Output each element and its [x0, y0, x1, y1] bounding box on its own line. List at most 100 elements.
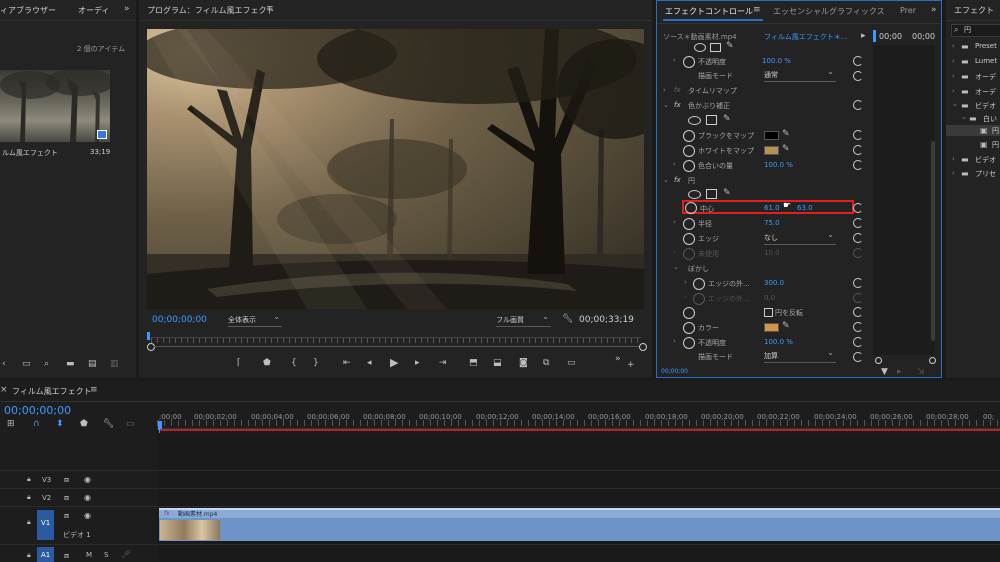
- stopwatch-icon[interactable]: [683, 56, 695, 68]
- expand-chevron[interactable]: ›: [663, 86, 666, 94]
- stopwatch-icon[interactable]: [693, 293, 705, 305]
- stopwatch-icon[interactable]: [683, 322, 695, 334]
- reset-icon[interactable]: [853, 352, 863, 362]
- quality-select[interactable]: フル画質: [496, 312, 551, 327]
- expand-chevron[interactable]: ›: [673, 248, 676, 256]
- microphone-icon[interactable]: 🎤︎: [121, 550, 131, 559]
- tab-media-browser[interactable]: ィアブラウザー: [0, 5, 56, 16]
- invert-circle-checkbox[interactable]: [764, 308, 773, 317]
- step-back-icon[interactable]: ◂: [367, 359, 372, 368]
- ellipse-mask-icon[interactable]: [688, 116, 701, 125]
- blend-mode-select[interactable]: 通常: [764, 67, 836, 82]
- panel-menu-icon[interactable]: ≡: [90, 386, 98, 395]
- reset-icon[interactable]: [853, 307, 863, 317]
- stopwatch-icon[interactable]: [685, 202, 697, 214]
- lock-icon[interactable]: 🔒︎: [27, 518, 31, 527]
- expand-chevron[interactable]: ›: [684, 278, 687, 286]
- eye-icon[interactable]: ◉: [84, 493, 91, 502]
- effects-folder[interactable]: Lumet: [975, 57, 997, 65]
- panel-menu-icon[interactable]: ≡: [266, 5, 274, 14]
- solo-button[interactable]: S: [104, 551, 108, 559]
- rectangle-mask-icon[interactable]: [706, 115, 717, 125]
- eye-icon[interactable]: ◉: [84, 511, 91, 520]
- effects-folder[interactable]: オーデ: [975, 87, 996, 97]
- expand-chevron[interactable]: ›: [673, 337, 676, 345]
- sync-lock-icon[interactable]: ⧈: [64, 551, 69, 560]
- expand-chevron[interactable]: ›: [684, 293, 687, 301]
- tab-more[interactable]: Prer: [900, 6, 916, 15]
- eyedropper-icon[interactable]: ✎: [782, 322, 790, 331]
- reset-icon[interactable]: [853, 233, 863, 243]
- expand-chevron[interactable]: ›: [952, 42, 955, 50]
- tab-essential-graphics[interactable]: エッセンシャルグラフィックス: [773, 6, 885, 17]
- comparison-icon[interactable]: ⧉: [543, 359, 549, 368]
- wrench-icon[interactable]: 🔧︎: [103, 420, 114, 429]
- reset-icon[interactable]: [853, 56, 863, 66]
- go-to-out-icon[interactable]: ⇥: [439, 359, 447, 368]
- effects-folder[interactable]: プリセ: [975, 169, 996, 179]
- captions-icon[interactable]: ▭: [126, 420, 135, 429]
- effects-folder[interactable]: ビデオ: [975, 101, 996, 111]
- reset-icon[interactable]: [853, 322, 863, 332]
- stopwatch-icon[interactable]: [683, 233, 695, 245]
- collapse-chevron[interactable]: ⌄: [961, 113, 967, 121]
- tab-effects[interactable]: エフェクト: [954, 5, 994, 16]
- reset-icon[interactable]: [853, 71, 863, 81]
- white-swatch[interactable]: [764, 146, 779, 155]
- reset-icon[interactable]: [853, 278, 863, 288]
- go-to-in-icon[interactable]: ⇤: [343, 359, 351, 368]
- nest-icon[interactable]: ⊞: [7, 420, 15, 429]
- new-item-icon[interactable]: ▤: [88, 360, 97, 369]
- safe-margins-icon[interactable]: ▭: [567, 359, 576, 368]
- add-marker-icon[interactable]: ⬟: [80, 420, 88, 429]
- reset-icon[interactable]: [853, 145, 863, 155]
- camera-icon[interactable]: ◙: [519, 359, 528, 368]
- wrench-icon[interactable]: 🔧︎: [562, 315, 573, 324]
- sequence-label[interactable]: フィルム風エフェクト＊...: [764, 32, 847, 42]
- collapse-chevron[interactable]: ⌄: [673, 263, 679, 271]
- show-timeline-icon[interactable]: ▸: [861, 32, 866, 41]
- search-icon[interactable]: ⌕: [44, 360, 49, 369]
- effects-subfolder[interactable]: 白い: [983, 114, 997, 124]
- extract-icon[interactable]: ⬓: [493, 359, 502, 368]
- add-marker-icon[interactable]: ⬟: [263, 359, 271, 368]
- vertical-scrollbar[interactable]: [931, 141, 935, 341]
- close-icon[interactable]: ×: [0, 386, 8, 395]
- tab-audio[interactable]: オーディ: [78, 5, 109, 16]
- play-audio-icon[interactable]: ▸: [897, 368, 902, 377]
- stopwatch-icon[interactable]: [683, 248, 695, 260]
- collapse-chevron[interactable]: ⌄: [952, 100, 958, 108]
- rectangle-mask-icon[interactable]: [710, 43, 721, 52]
- folder-icon[interactable]: ▭: [22, 360, 31, 369]
- tab-timeline[interactable]: フィルム風エフェクト: [12, 386, 92, 397]
- zoom-bar[interactable]: [154, 346, 639, 347]
- mark-in-bracket-icon[interactable]: {: [291, 359, 297, 368]
- export-icon[interactable]: ⇲: [917, 368, 925, 377]
- eye-icon[interactable]: ◉: [84, 475, 91, 484]
- circle-opacity-value[interactable]: 100.0 %: [764, 338, 793, 351]
- search-value[interactable]: 円: [964, 25, 971, 35]
- pen-mask-icon[interactable]: ✎: [726, 42, 734, 51]
- new-bin-icon[interactable]: ▬: [66, 360, 75, 369]
- pen-mask-icon[interactable]: ✎: [723, 115, 731, 124]
- expand-chevron[interactable]: ›: [952, 57, 955, 65]
- radius-value[interactable]: 75.0: [764, 219, 780, 232]
- zoom-handle-left[interactable]: [147, 343, 155, 351]
- circle-blend-select[interactable]: 加算: [764, 348, 836, 363]
- feather-outer-value[interactable]: 300.0: [764, 279, 784, 292]
- button-editor-icon[interactable]: +: [627, 361, 635, 370]
- scrub-bar[interactable]: [151, 337, 641, 343]
- reset-icon[interactable]: [853, 218, 863, 228]
- effect-item[interactable]: 円: [992, 140, 999, 150]
- lock-icon[interactable]: 🔒︎: [27, 551, 31, 560]
- sync-lock-icon[interactable]: ⧈: [64, 511, 69, 520]
- eyedropper-icon[interactable]: ✎: [782, 145, 790, 154]
- stopwatch-icon[interactable]: [683, 160, 695, 172]
- sync-lock-icon[interactable]: ⧈: [64, 493, 69, 502]
- clip-name[interactable]: ルム風エフェクト: [2, 148, 58, 158]
- play-icon[interactable]: ▶: [390, 357, 398, 368]
- amount-value[interactable]: 100.0 %: [764, 161, 793, 174]
- color-swatch[interactable]: [764, 323, 779, 332]
- mute-button[interactable]: M: [86, 551, 92, 559]
- rectangle-mask-icon[interactable]: [706, 189, 717, 199]
